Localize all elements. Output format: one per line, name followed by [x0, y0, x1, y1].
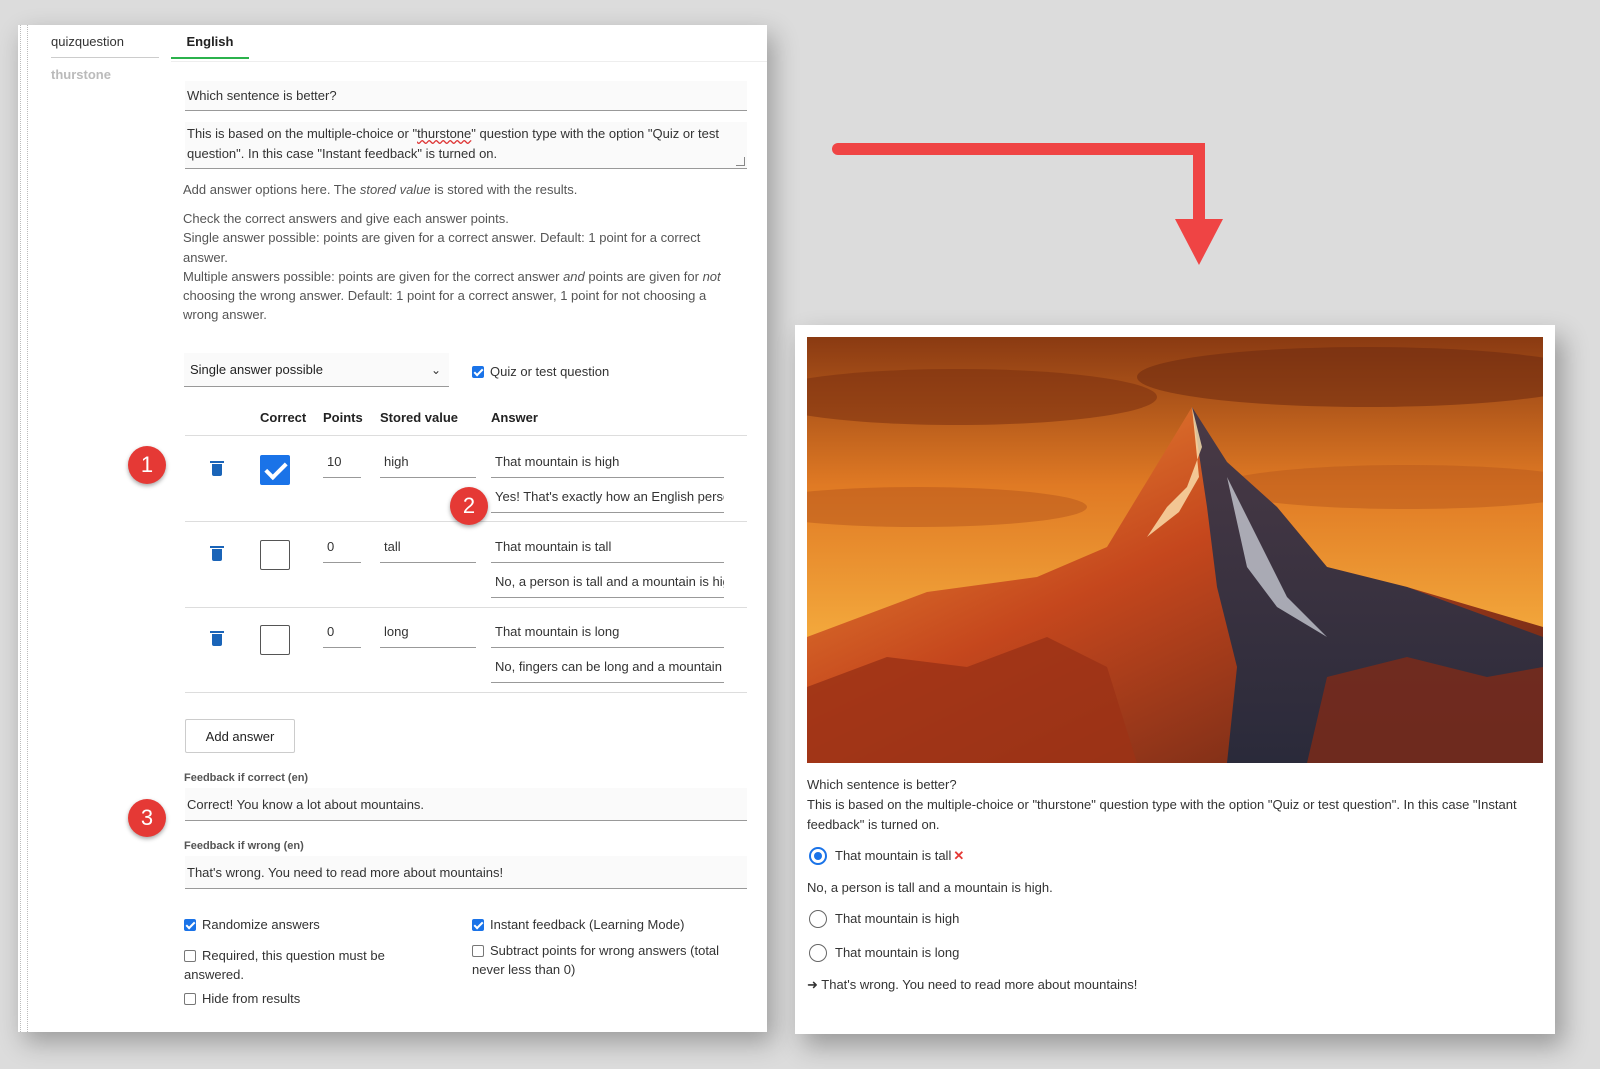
- column-answer: Answer: [491, 410, 538, 425]
- preview-result-message: ➜ That's wrong. You need to read more ab…: [807, 977, 1138, 992]
- preview-question-title: Which sentence is better?: [807, 777, 957, 792]
- wrong-x-icon: ✕: [953, 848, 965, 863]
- row-divider: [185, 692, 747, 693]
- description-text-pre: This is based on the multiple-choice or …: [187, 126, 418, 141]
- delete-answer-1-trash-icon[interactable]: [210, 461, 224, 476]
- answer-3-text-input[interactable]: That mountain is long: [491, 616, 724, 648]
- column-correct: Correct: [260, 410, 307, 425]
- answer-3-points-input[interactable]: 0: [323, 616, 361, 648]
- answer-mode-value: Single answer possible: [190, 362, 323, 377]
- mountain-photo: [807, 337, 1543, 763]
- panel-edge: [20, 25, 28, 1032]
- add-answer-button[interactable]: Add answer: [185, 719, 295, 753]
- side-tab-quizquestion[interactable]: quizquestion: [51, 34, 159, 58]
- required-checkbox[interactable]: [184, 950, 196, 962]
- hide-results-checkbox[interactable]: [184, 993, 196, 1005]
- table-header-divider: [185, 435, 747, 436]
- feedback-wrong-label: Feedback if wrong (en): [184, 840, 304, 852]
- spellcheck-word: thurstone: [417, 126, 472, 141]
- quiz-question-checkbox[interactable]: [472, 366, 484, 378]
- preview-answer-high[interactable]: That mountain is high: [835, 909, 959, 929]
- answer-1-feedback-input[interactable]: Yes! That's exactly how an English perso…: [491, 481, 724, 513]
- answer-2-text-input[interactable]: That mountain is tall: [491, 531, 724, 563]
- hide-results-option[interactable]: Hide from results: [184, 991, 300, 1006]
- randomize-option[interactable]: Randomize answers: [184, 917, 320, 932]
- flow-arrow-head-icon: [1175, 219, 1223, 265]
- mountain-image: [807, 337, 1543, 763]
- delete-answer-3-trash-icon[interactable]: [210, 631, 224, 646]
- preview-selected-answer[interactable]: That mountain is tall ✕: [835, 846, 964, 866]
- answer-3-feedback-input[interactable]: No, fingers can be long and a mountain i…: [491, 651, 724, 683]
- instant-feedback-checkbox[interactable]: [472, 919, 484, 931]
- tabs-divider: [171, 61, 767, 62]
- feedback-correct-label: Feedback if correct (en): [184, 772, 309, 784]
- chevron-down-icon: ⌄: [430, 363, 441, 377]
- answer-3-correct-checkbox[interactable]: [260, 625, 290, 655]
- row-divider: [185, 607, 747, 608]
- column-stored-value: Stored value: [380, 410, 459, 425]
- instant-feedback-option[interactable]: Instant feedback (Learning Mode): [472, 917, 684, 932]
- quiz-question-option[interactable]: Quiz or test question: [472, 364, 609, 379]
- preview-answer-feedback: No, a person is tall and a mountain is h…: [807, 880, 1053, 895]
- answer-options-help: Add answer options here. The stored valu…: [183, 182, 578, 197]
- question-editor-panel: quizquestion thurstone English Which sen…: [18, 25, 767, 1032]
- subtract-points-checkbox[interactable]: [472, 945, 484, 957]
- preview-question-description: This is based on the multiple-choice or …: [807, 797, 1517, 832]
- preview-radio-long[interactable]: [809, 944, 827, 962]
- answer-2-feedback-input[interactable]: No, a person is tall and a mountain is h…: [491, 566, 724, 598]
- callout-badge-2: 2: [450, 487, 488, 525]
- answer-3-stored-input[interactable]: long: [380, 616, 476, 648]
- answer-1-text-input[interactable]: That mountain is high: [491, 446, 724, 478]
- answer-1-correct-checkbox[interactable]: [260, 455, 290, 485]
- scoring-help: Check the correct answers and give each …: [183, 211, 721, 323]
- flow-arrow-shaft: [832, 143, 1205, 155]
- preview-radio-high[interactable]: [809, 910, 827, 928]
- side-tab-thurstone[interactable]: thurstone: [51, 67, 111, 82]
- randomize-checkbox[interactable]: [184, 919, 196, 931]
- answer-2-stored-input[interactable]: tall: [380, 531, 476, 563]
- resize-handle[interactable]: [736, 157, 745, 166]
- question-title-input[interactable]: Which sentence is better?: [185, 81, 747, 111]
- answer-1-points-input[interactable]: 10: [323, 446, 361, 478]
- flow-arrow-down-shaft: [1193, 143, 1205, 223]
- answer-2-correct-checkbox[interactable]: [260, 540, 290, 570]
- callout-badge-1: 1: [128, 446, 166, 484]
- tab-english[interactable]: English: [171, 34, 249, 59]
- required-option[interactable]: Required, this question must be answered…: [184, 946, 414, 984]
- answer-1-stored-input[interactable]: high: [380, 446, 476, 478]
- delete-answer-2-trash-icon[interactable]: [210, 546, 224, 561]
- feedback-correct-input[interactable]: Correct! You know a lot about mountains.: [185, 788, 747, 821]
- question-description-textarea[interactable]: This is based on the multiple-choice or …: [185, 122, 747, 169]
- question-preview-panel: Which sentence is better? This is based …: [795, 325, 1555, 1034]
- subtract-points-option[interactable]: Subtract points for wrong answers (total…: [472, 941, 737, 979]
- column-points: Points: [323, 410, 363, 425]
- answer-mode-select[interactable]: Single answer possible ⌄: [184, 353, 449, 387]
- preview-radio-selected[interactable]: [809, 847, 827, 865]
- feedback-wrong-input[interactable]: That's wrong. You need to read more abou…: [185, 856, 747, 889]
- callout-badge-3: 3: [128, 799, 166, 837]
- preview-answer-long[interactable]: That mountain is long: [835, 943, 959, 963]
- answer-2-points-input[interactable]: 0: [323, 531, 361, 563]
